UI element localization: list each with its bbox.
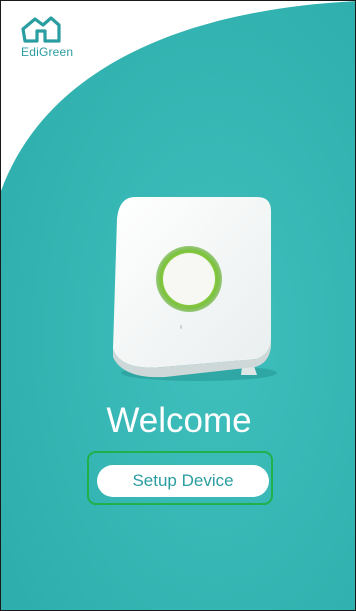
setup-device-button[interactable]: Setup Device (97, 465, 269, 497)
sensor-device-illustration (113, 197, 277, 381)
edigreen-logo: EdiGreen (19, 15, 79, 65)
welcome-heading: Welcome (106, 401, 252, 440)
house-icon (21, 16, 61, 43)
logo-text: EdiGreen (21, 45, 74, 59)
app-screen: EdiGreen Welcome Setup Device (0, 0, 356, 611)
